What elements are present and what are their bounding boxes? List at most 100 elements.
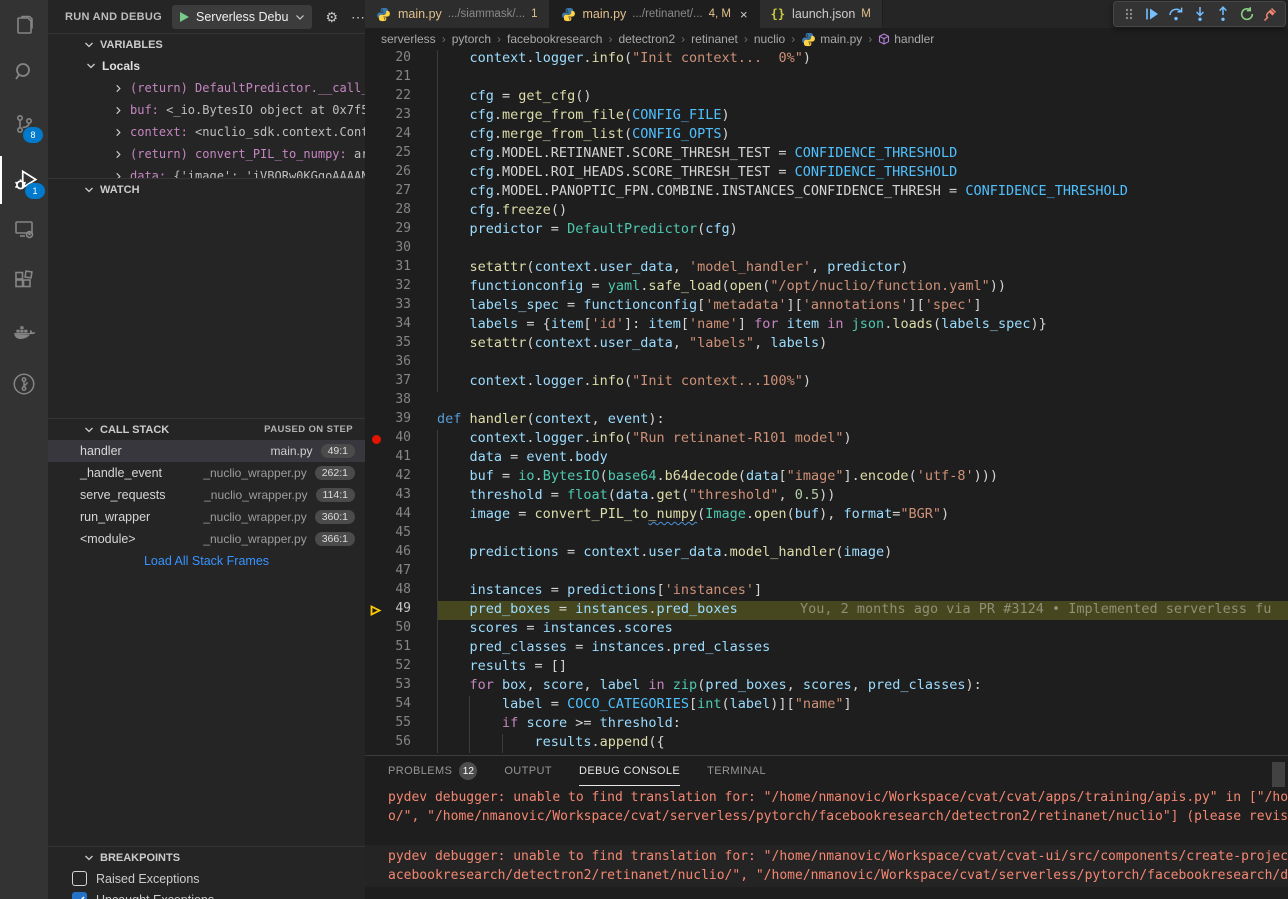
code-line[interactable]: 20 context.logger.info("Init context... … bbox=[365, 50, 1288, 69]
tab-main-py-retinanet[interactable]: main.py.../retinanet/...4, M× bbox=[550, 0, 760, 28]
code-line[interactable]: 41 data = event.body bbox=[365, 449, 1288, 468]
breadcrumb-item[interactable]: retinanet bbox=[691, 32, 738, 46]
variable-row[interactable]: (return) DefaultPredictor.__call__: {'in… bbox=[48, 77, 365, 99]
debug-console-output[interactable]: pydev debugger: unable to find translati… bbox=[365, 786, 1288, 887]
variable-row[interactable]: (return) convert_PIL_to_numpy: array([[[… bbox=[48, 143, 365, 165]
gitlens-icon[interactable] bbox=[0, 360, 48, 408]
code-line[interactable]: 26 cfg.MODEL.ROI_HEADS.SCORE_THRESH_TEST… bbox=[365, 164, 1288, 183]
breadcrumb[interactable]: serverless›pytorch›facebookresearch›dete… bbox=[365, 28, 1288, 50]
step-out-button[interactable] bbox=[1211, 2, 1235, 26]
breakpoint-icon[interactable] bbox=[372, 435, 381, 444]
source-control-icon[interactable]: 8 bbox=[0, 100, 48, 148]
stack-frame-row[interactable]: run_wrapper_nuclio_wrapper.py360:1 bbox=[48, 506, 365, 528]
breadcrumb-item[interactable]: pytorch bbox=[452, 32, 491, 46]
code-line[interactable]: 54 label = COCO_CATEGORIES[int(label)]["… bbox=[365, 696, 1288, 715]
code-line[interactable]: 34 labels = {item['id']: item['name'] fo… bbox=[365, 316, 1288, 335]
code-line[interactable]: 28 cfg.freeze() bbox=[365, 202, 1288, 221]
restart-button[interactable] bbox=[1235, 2, 1259, 26]
extensions-icon[interactable] bbox=[0, 257, 48, 305]
code-line[interactable]: 27 cfg.MODEL.PANOPTIC_FPN.COMBINE.INSTAN… bbox=[365, 183, 1288, 202]
code-line[interactable]: 38 bbox=[365, 392, 1288, 411]
gear-icon[interactable]: ⚙ bbox=[325, 10, 338, 24]
code-line[interactable]: 24 cfg.merge_from_list(CONFIG_OPTS) bbox=[365, 126, 1288, 145]
console-message[interactable]: pydev debugger: unable to find translati… bbox=[365, 786, 1288, 828]
call-stack-header[interactable]: CALL STACK PAUSED ON STEP bbox=[48, 418, 365, 440]
breakpoints-header[interactable]: BREAKPOINTS bbox=[48, 846, 365, 868]
close-icon[interactable]: × bbox=[740, 7, 748, 22]
step-into-button[interactable] bbox=[1188, 2, 1212, 26]
breakpoint-dot[interactable] bbox=[365, 430, 387, 449]
breadcrumb-file[interactable]: main.py bbox=[820, 32, 862, 46]
code-line[interactable]: 56 results.append({ bbox=[365, 734, 1288, 753]
code-line[interactable]: 30 bbox=[365, 240, 1288, 259]
code-line[interactable]: 35 setattr(context.user_data, "labels", … bbox=[365, 335, 1288, 354]
run-and-debug-icon[interactable]: 1 bbox=[0, 156, 50, 204]
explorer-icon[interactable] bbox=[0, 2, 48, 50]
breadcrumb-item[interactable]: facebookresearch bbox=[507, 32, 602, 46]
checkbox[interactable] bbox=[72, 892, 87, 899]
search-icon[interactable] bbox=[0, 48, 48, 96]
chevron-right-icon[interactable] bbox=[114, 84, 123, 93]
code-line[interactable]: 47 bbox=[365, 563, 1288, 582]
docker-icon[interactable] bbox=[0, 309, 48, 357]
variable-row[interactable]: data: {'image': 'iVBORw0KGgoAAAANSUhE… bbox=[48, 165, 365, 178]
debug-config-dropdown[interactable]: Serverless Debu bbox=[172, 5, 312, 29]
code-line[interactable]: 48 instances = predictions['instances'] bbox=[365, 582, 1288, 601]
locals-scope[interactable]: Locals bbox=[48, 55, 365, 77]
variables-header[interactable]: VARIABLES bbox=[48, 33, 365, 55]
tab-launch-json[interactable]: {}launch.jsonM bbox=[760, 0, 883, 28]
chevron-right-icon[interactable] bbox=[114, 150, 123, 159]
continue-button[interactable] bbox=[1141, 2, 1165, 26]
breadcrumb-item[interactable]: nuclio bbox=[754, 32, 785, 46]
code-line[interactable]: 31 setattr(context.user_data, 'model_han… bbox=[365, 259, 1288, 278]
code-line[interactable]: 42 buf = io.BytesIO(base64.b64decode(dat… bbox=[365, 468, 1288, 487]
code-line[interactable]: 21 bbox=[365, 69, 1288, 88]
breakpoint-row[interactable]: Raised Exceptions bbox=[48, 868, 365, 889]
load-all-stack-frames-link[interactable]: Load All Stack Frames bbox=[48, 550, 365, 572]
breadcrumb-item[interactable]: serverless bbox=[381, 32, 436, 46]
code-line[interactable]: 25 cfg.MODEL.RETINANET.SCORE_THRESH_TEST… bbox=[365, 145, 1288, 164]
more-actions-icon[interactable]: ⋯ bbox=[351, 10, 365, 24]
code-editor[interactable]: 20 context.logger.info("Init context... … bbox=[365, 50, 1288, 755]
chevron-right-icon[interactable] bbox=[114, 106, 123, 115]
code-line[interactable]: 32 functionconfig = yaml.safe_load(open(… bbox=[365, 278, 1288, 297]
tab-problems[interactable]: PROBLEMS 12 bbox=[388, 756, 477, 786]
code-line[interactable]: 53 for box, score, label in zip(pred_box… bbox=[365, 677, 1288, 696]
variable-row[interactable]: context: <nuclio_sdk.context.Context obj… bbox=[48, 121, 365, 143]
current-line-arrow-icon[interactable] bbox=[365, 601, 387, 620]
code-line[interactable]: 45 bbox=[365, 525, 1288, 544]
breakpoint-row[interactable]: Uncaught Exceptions bbox=[48, 889, 365, 899]
code-line[interactable]: 50 scores = instances.scores bbox=[365, 620, 1288, 639]
tab-main-py-siammask[interactable]: main.py.../siammask/...1 bbox=[365, 0, 550, 28]
code-line[interactable]: 39def handler(context, event): bbox=[365, 411, 1288, 430]
code-line[interactable]: 55 if score >= threshold: bbox=[365, 715, 1288, 734]
code-line[interactable]: 29 predictor = DefaultPredictor(cfg) bbox=[365, 221, 1288, 240]
breadcrumb-item[interactable]: detectron2 bbox=[618, 32, 675, 46]
checkbox[interactable] bbox=[72, 871, 87, 886]
breadcrumb-symbol[interactable]: handler bbox=[894, 32, 934, 46]
code-line[interactable]: 33 labels_spec = functionconfig['metadat… bbox=[365, 297, 1288, 316]
console-message[interactable]: pydev debugger: unable to find translati… bbox=[365, 845, 1288, 887]
step-over-button[interactable] bbox=[1164, 2, 1188, 26]
code-line[interactable]: 46 predictions = context.user_data.model… bbox=[365, 544, 1288, 563]
code-line[interactable]: 43 threshold = float(data.get("threshold… bbox=[365, 487, 1288, 506]
code-line[interactable]: 36 bbox=[365, 354, 1288, 373]
code-line[interactable]: 51 pred_classes = instances.pred_classes bbox=[365, 639, 1288, 658]
chevron-right-icon[interactable] bbox=[114, 128, 123, 137]
panel-scrollbar[interactable] bbox=[1272, 762, 1285, 787]
stack-frame-row[interactable]: serve_requests_nuclio_wrapper.py114:1 bbox=[48, 484, 365, 506]
code-line[interactable]: 37 context.logger.info("Init context...1… bbox=[365, 373, 1288, 392]
stack-frame-row[interactable]: handlermain.py49:1 bbox=[48, 440, 365, 462]
code-line[interactable]: 44 image = convert_PIL_to_numpy(Image.op… bbox=[365, 506, 1288, 525]
watch-header[interactable]: WATCH bbox=[48, 178, 365, 200]
code-line[interactable]: 49 pred_boxes = instances.pred_boxesYou,… bbox=[365, 601, 1288, 620]
disconnect-button[interactable] bbox=[1258, 2, 1282, 26]
start-debug-icon[interactable] bbox=[179, 11, 190, 23]
stack-frame-row[interactable]: _handle_event_nuclio_wrapper.py262:1 bbox=[48, 462, 365, 484]
tab-terminal[interactable]: TERMINAL bbox=[707, 756, 766, 786]
code-line[interactable]: 52 results = [] bbox=[365, 658, 1288, 677]
code-line[interactable]: 23 cfg.merge_from_file(CONFIG_FILE) bbox=[365, 107, 1288, 126]
code-line[interactable]: 40 context.logger.info("Run retinanet-R1… bbox=[365, 430, 1288, 449]
remote-explorer-icon[interactable] bbox=[0, 205, 48, 253]
tab-output[interactable]: OUTPUT bbox=[504, 756, 552, 786]
